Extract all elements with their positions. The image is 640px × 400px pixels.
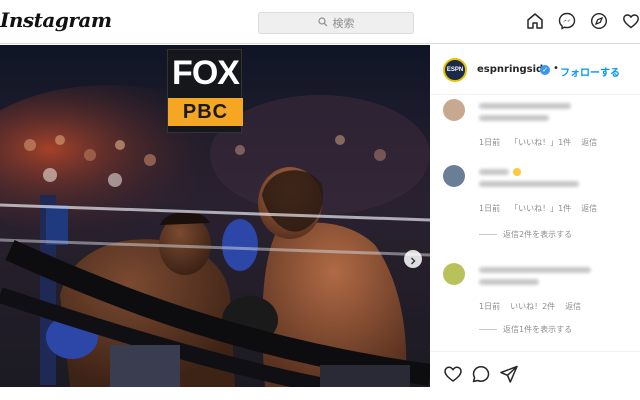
heart-icon[interactable] bbox=[622, 12, 640, 30]
comment-meta: 1日前 いいね！2件 返信 bbox=[479, 301, 581, 312]
comment-icon[interactable] bbox=[471, 364, 491, 384]
comment-text-blurred bbox=[479, 169, 509, 175]
view-replies-label: 返信1件を表示する bbox=[503, 325, 573, 334]
comment-text-blurred bbox=[479, 181, 579, 187]
comment-item: 1日前 「いいね！」1件 返信 返信2件を表示する bbox=[431, 165, 640, 245]
verified-badge-icon: ✓ bbox=[540, 65, 550, 75]
post-media[interactable]: FOX PBC bbox=[0, 45, 430, 387]
emoji-icon bbox=[513, 168, 521, 176]
comment-item: 1日前 いいね！2件 返信 返信1件を表示する bbox=[431, 263, 640, 353]
post-action-bar bbox=[431, 351, 640, 400]
search-placeholder: 検索 bbox=[332, 17, 355, 30]
reply-button[interactable]: 返信 bbox=[581, 137, 597, 148]
post-sidebar: ESPN espnringside ✓ • フォローする 1日前 「いいね！」1… bbox=[431, 45, 640, 400]
comment-item: 1日前 「いいね！」1件 返信 bbox=[431, 99, 640, 159]
commenter-avatar[interactable] bbox=[443, 263, 465, 285]
comment-text-blurred bbox=[479, 279, 539, 285]
comment-text-blurred bbox=[479, 267, 591, 273]
chevron-right-icon bbox=[409, 250, 417, 269]
share-icon[interactable] bbox=[499, 364, 519, 384]
view-replies-link[interactable]: 返信1件を表示する bbox=[479, 324, 572, 335]
comment-likes[interactable]: 「いいね！」1件 bbox=[510, 203, 571, 214]
next-media-button[interactable] bbox=[404, 250, 422, 268]
explore-icon[interactable] bbox=[590, 12, 608, 30]
post-header: ESPN espnringside ✓ • フォローする bbox=[431, 45, 640, 95]
nav-icons bbox=[526, 12, 640, 30]
top-navigation-bar: Instagram 検索 bbox=[0, 0, 640, 44]
comment-likes[interactable]: いいね！2件 bbox=[510, 301, 555, 312]
search-icon bbox=[317, 16, 328, 30]
comment-time: 1日前 bbox=[479, 138, 501, 147]
separator-dot: • bbox=[553, 63, 559, 74]
comment-meta: 1日前 「いいね！」1件 返信 bbox=[479, 137, 597, 148]
search-input[interactable]: 検索 bbox=[258, 12, 414, 34]
home-icon[interactable] bbox=[526, 12, 544, 30]
broadcast-badge: FOX PBC bbox=[167, 49, 243, 133]
broadcast-badge-bottom-text: PBC bbox=[168, 98, 243, 126]
comment-likes[interactable]: 「いいね！」1件 bbox=[510, 137, 571, 148]
comment-text-blurred bbox=[479, 115, 549, 121]
comment-time: 1日前 bbox=[479, 302, 501, 311]
reply-dash bbox=[479, 329, 497, 330]
comment-meta: 1日前 「いいね！」1件 返信 bbox=[479, 203, 597, 214]
follow-button[interactable]: フォローする bbox=[560, 64, 620, 79]
comment-time: 1日前 bbox=[479, 204, 501, 213]
comment-text-blurred bbox=[479, 103, 571, 109]
commenter-avatar[interactable] bbox=[443, 99, 465, 121]
view-replies-label: 返信2件を表示する bbox=[503, 230, 573, 239]
messenger-icon[interactable] bbox=[558, 12, 576, 30]
broadcast-badge-top-text: FOX bbox=[172, 54, 240, 92]
reply-button[interactable]: 返信 bbox=[565, 301, 581, 312]
account-avatar[interactable]: ESPN bbox=[443, 58, 467, 82]
view-replies-link[interactable]: 返信2件を表示する bbox=[479, 229, 572, 240]
reply-dash bbox=[479, 234, 497, 235]
commenter-avatar[interactable] bbox=[443, 165, 465, 187]
reply-button[interactable]: 返信 bbox=[581, 203, 597, 214]
instagram-logo[interactable]: Instagram bbox=[0, 8, 112, 32]
heart-outline-icon[interactable] bbox=[443, 364, 463, 384]
